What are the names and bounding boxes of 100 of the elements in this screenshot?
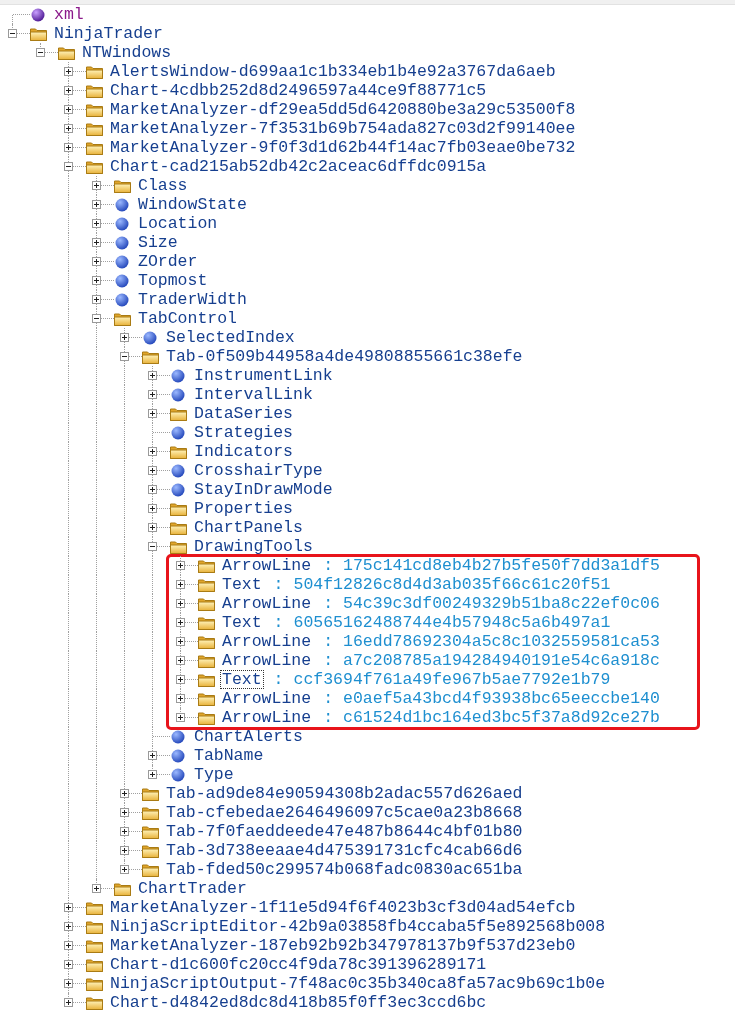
node-label[interactable]: ArrowLine xyxy=(220,556,314,575)
collapse-toggle[interactable] xyxy=(92,314,101,323)
node-label[interactable]: NTWindows xyxy=(80,43,174,62)
node-label[interactable]: MarketAnalyzer-9f0f3d1d62b44f14ac7fb03eae0be732 xyxy=(108,138,578,157)
expand-toggle[interactable] xyxy=(64,922,73,931)
node-label[interactable]: IntervalLink xyxy=(192,385,315,404)
node-label[interactable]: Chart-d1c600fc20cc4f9da78c391396289171 xyxy=(108,955,489,974)
expand-toggle[interactable] xyxy=(92,200,101,209)
expand-toggle[interactable] xyxy=(64,903,73,912)
node-label[interactable]: MarketAnalyzer-187eb92b92b347978137b9f537d23eb0 xyxy=(108,936,578,955)
node-label[interactable]: DrawingTools xyxy=(192,537,315,556)
expand-toggle[interactable] xyxy=(120,865,129,874)
node-label[interactable]: ArrowLine xyxy=(220,689,314,708)
node-label[interactable]: MarketAnalyzer-7f3531b69b754ada827c03d2f99140ee xyxy=(108,119,578,138)
node-label[interactable]: ChartTrader xyxy=(136,879,249,898)
expand-toggle[interactable] xyxy=(64,998,73,1007)
node-label[interactable]: ArrowLine xyxy=(220,708,314,727)
node-label[interactable]: Strategies xyxy=(192,423,296,442)
expand-toggle[interactable] xyxy=(120,789,129,798)
node-label[interactable]: Size xyxy=(136,233,180,252)
node-label[interactable]: Tab-cfebedae2646496097c5cae0a23b8668 xyxy=(164,803,525,822)
node-label[interactable]: ArrowLine xyxy=(220,651,314,670)
expand-toggle[interactable] xyxy=(64,979,73,988)
expand-toggle[interactable] xyxy=(64,105,73,114)
expand-toggle[interactable] xyxy=(148,466,157,475)
node-label[interactable]: NinjaScriptEditor-42b9a03858fb4ccaba5f5e892568b008 xyxy=(108,917,608,936)
expand-toggle[interactable] xyxy=(148,371,157,380)
node-label[interactable]: Topmost xyxy=(136,271,210,290)
expand-toggle[interactable] xyxy=(176,637,185,646)
node-label[interactable]: DataSeries xyxy=(192,404,296,423)
collapse-toggle[interactable] xyxy=(36,48,45,57)
node-label[interactable]: Class xyxy=(136,176,190,195)
node-label[interactable]: Properties xyxy=(192,499,296,518)
node-label[interactable]: TabName xyxy=(192,746,266,765)
node-label[interactable]: AlertsWindow-d699aa1c1b334eb1b4e92a3767da6aeb xyxy=(108,62,558,81)
node-label[interactable]: StayInDrawMode xyxy=(192,480,335,499)
node-label[interactable]: TraderWidth xyxy=(136,290,249,309)
collapse-toggle[interactable] xyxy=(120,352,129,361)
expand-toggle[interactable] xyxy=(64,941,73,950)
node-label[interactable]: ZOrder xyxy=(136,252,200,271)
expand-toggle[interactable] xyxy=(92,295,101,304)
expand-toggle[interactable] xyxy=(120,846,129,855)
expand-toggle[interactable] xyxy=(176,618,185,627)
expand-toggle[interactable] xyxy=(64,124,73,133)
node-label[interactable]: Tab-3d738eeaae4d475391731cfc4cab66d6 xyxy=(164,841,525,860)
node-label[interactable]: WindowState xyxy=(136,195,249,214)
expand-toggle[interactable] xyxy=(148,485,157,494)
node-label[interactable]: Tab-ad9de84e90594308b2adac557d626aed xyxy=(164,784,525,803)
expand-toggle[interactable] xyxy=(176,656,185,665)
expand-toggle[interactable] xyxy=(148,409,157,418)
collapse-toggle[interactable] xyxy=(64,162,73,171)
expand-toggle[interactable] xyxy=(176,599,185,608)
node-label[interactable]: SelectedIndex xyxy=(164,328,297,347)
expand-toggle[interactable] xyxy=(148,390,157,399)
node-label[interactable]: Chart-d4842ed8dc8d418b85f0ff3ec3ccd6bc xyxy=(108,993,489,1012)
expand-toggle[interactable] xyxy=(176,561,185,570)
node-label[interactable]: Text xyxy=(220,670,264,689)
node-label[interactable]: MarketAnalyzer-df29ea5dd5d6420880be3a29c53500f8 xyxy=(108,100,578,119)
node-label[interactable]: Tab-fded50c299574b068fadc0830ac651ba xyxy=(164,860,525,879)
collapse-toggle[interactable] xyxy=(8,29,17,38)
expand-toggle[interactable] xyxy=(148,770,157,779)
expand-toggle[interactable] xyxy=(120,333,129,342)
node-label[interactable]: CrosshairType xyxy=(192,461,325,480)
node-label[interactable]: NinjaScriptOutput-7f48ac0c35b340ca8fa57ac9b69c1b0e xyxy=(108,974,608,993)
node-label[interactable]: Tab-7f0faeddeede47e487b8644c4bf01b80 xyxy=(164,822,525,841)
node-label[interactable]: ArrowLine xyxy=(220,594,314,613)
collapse-toggle[interactable] xyxy=(148,542,157,551)
expand-toggle[interactable] xyxy=(92,219,101,228)
expand-toggle[interactable] xyxy=(176,694,185,703)
expand-toggle[interactable] xyxy=(92,181,101,190)
node-label[interactable]: MarketAnalyzer-1f11e5d94f6f4023b3cf3d04ad54efcb xyxy=(108,898,578,917)
node-label[interactable]: Chart-cad215ab52db42c2aceac6dffdc0915a xyxy=(108,157,489,176)
expand-toggle[interactable] xyxy=(64,960,73,969)
expand-toggle[interactable] xyxy=(148,751,157,760)
expand-toggle[interactable] xyxy=(120,827,129,836)
node-label[interactable]: ChartAlerts xyxy=(192,727,305,746)
expand-toggle[interactable] xyxy=(148,504,157,513)
node-label[interactable]: Text xyxy=(220,575,264,594)
node-label[interactable]: Type xyxy=(192,765,236,784)
node-label[interactable]: ArrowLine xyxy=(220,632,314,651)
node-label[interactable]: InstrumentLink xyxy=(192,366,335,385)
expand-toggle[interactable] xyxy=(64,143,73,152)
node-label[interactable]: Chart-4cdbb252d8d2496597a44ce9f88771c5 xyxy=(108,81,489,100)
expand-toggle[interactable] xyxy=(92,884,101,893)
node-label[interactable]: Text xyxy=(220,613,264,632)
expand-toggle[interactable] xyxy=(120,808,129,817)
node-label[interactable]: Indicators xyxy=(192,442,296,461)
node-label[interactable]: TabControl xyxy=(136,309,240,328)
expand-toggle[interactable] xyxy=(148,447,157,456)
expand-toggle[interactable] xyxy=(92,276,101,285)
expand-toggle[interactable] xyxy=(176,580,185,589)
node-label[interactable]: NinjaTrader xyxy=(52,24,165,43)
node-label[interactable]: xml xyxy=(52,5,86,24)
expand-toggle[interactable] xyxy=(92,257,101,266)
expand-toggle[interactable] xyxy=(176,675,185,684)
node-label[interactable]: Location xyxy=(136,214,220,233)
expand-toggle[interactable] xyxy=(64,67,73,76)
expand-toggle[interactable] xyxy=(148,523,157,532)
expand-toggle[interactable] xyxy=(92,238,101,247)
node-label[interactable]: ChartPanels xyxy=(192,518,305,537)
